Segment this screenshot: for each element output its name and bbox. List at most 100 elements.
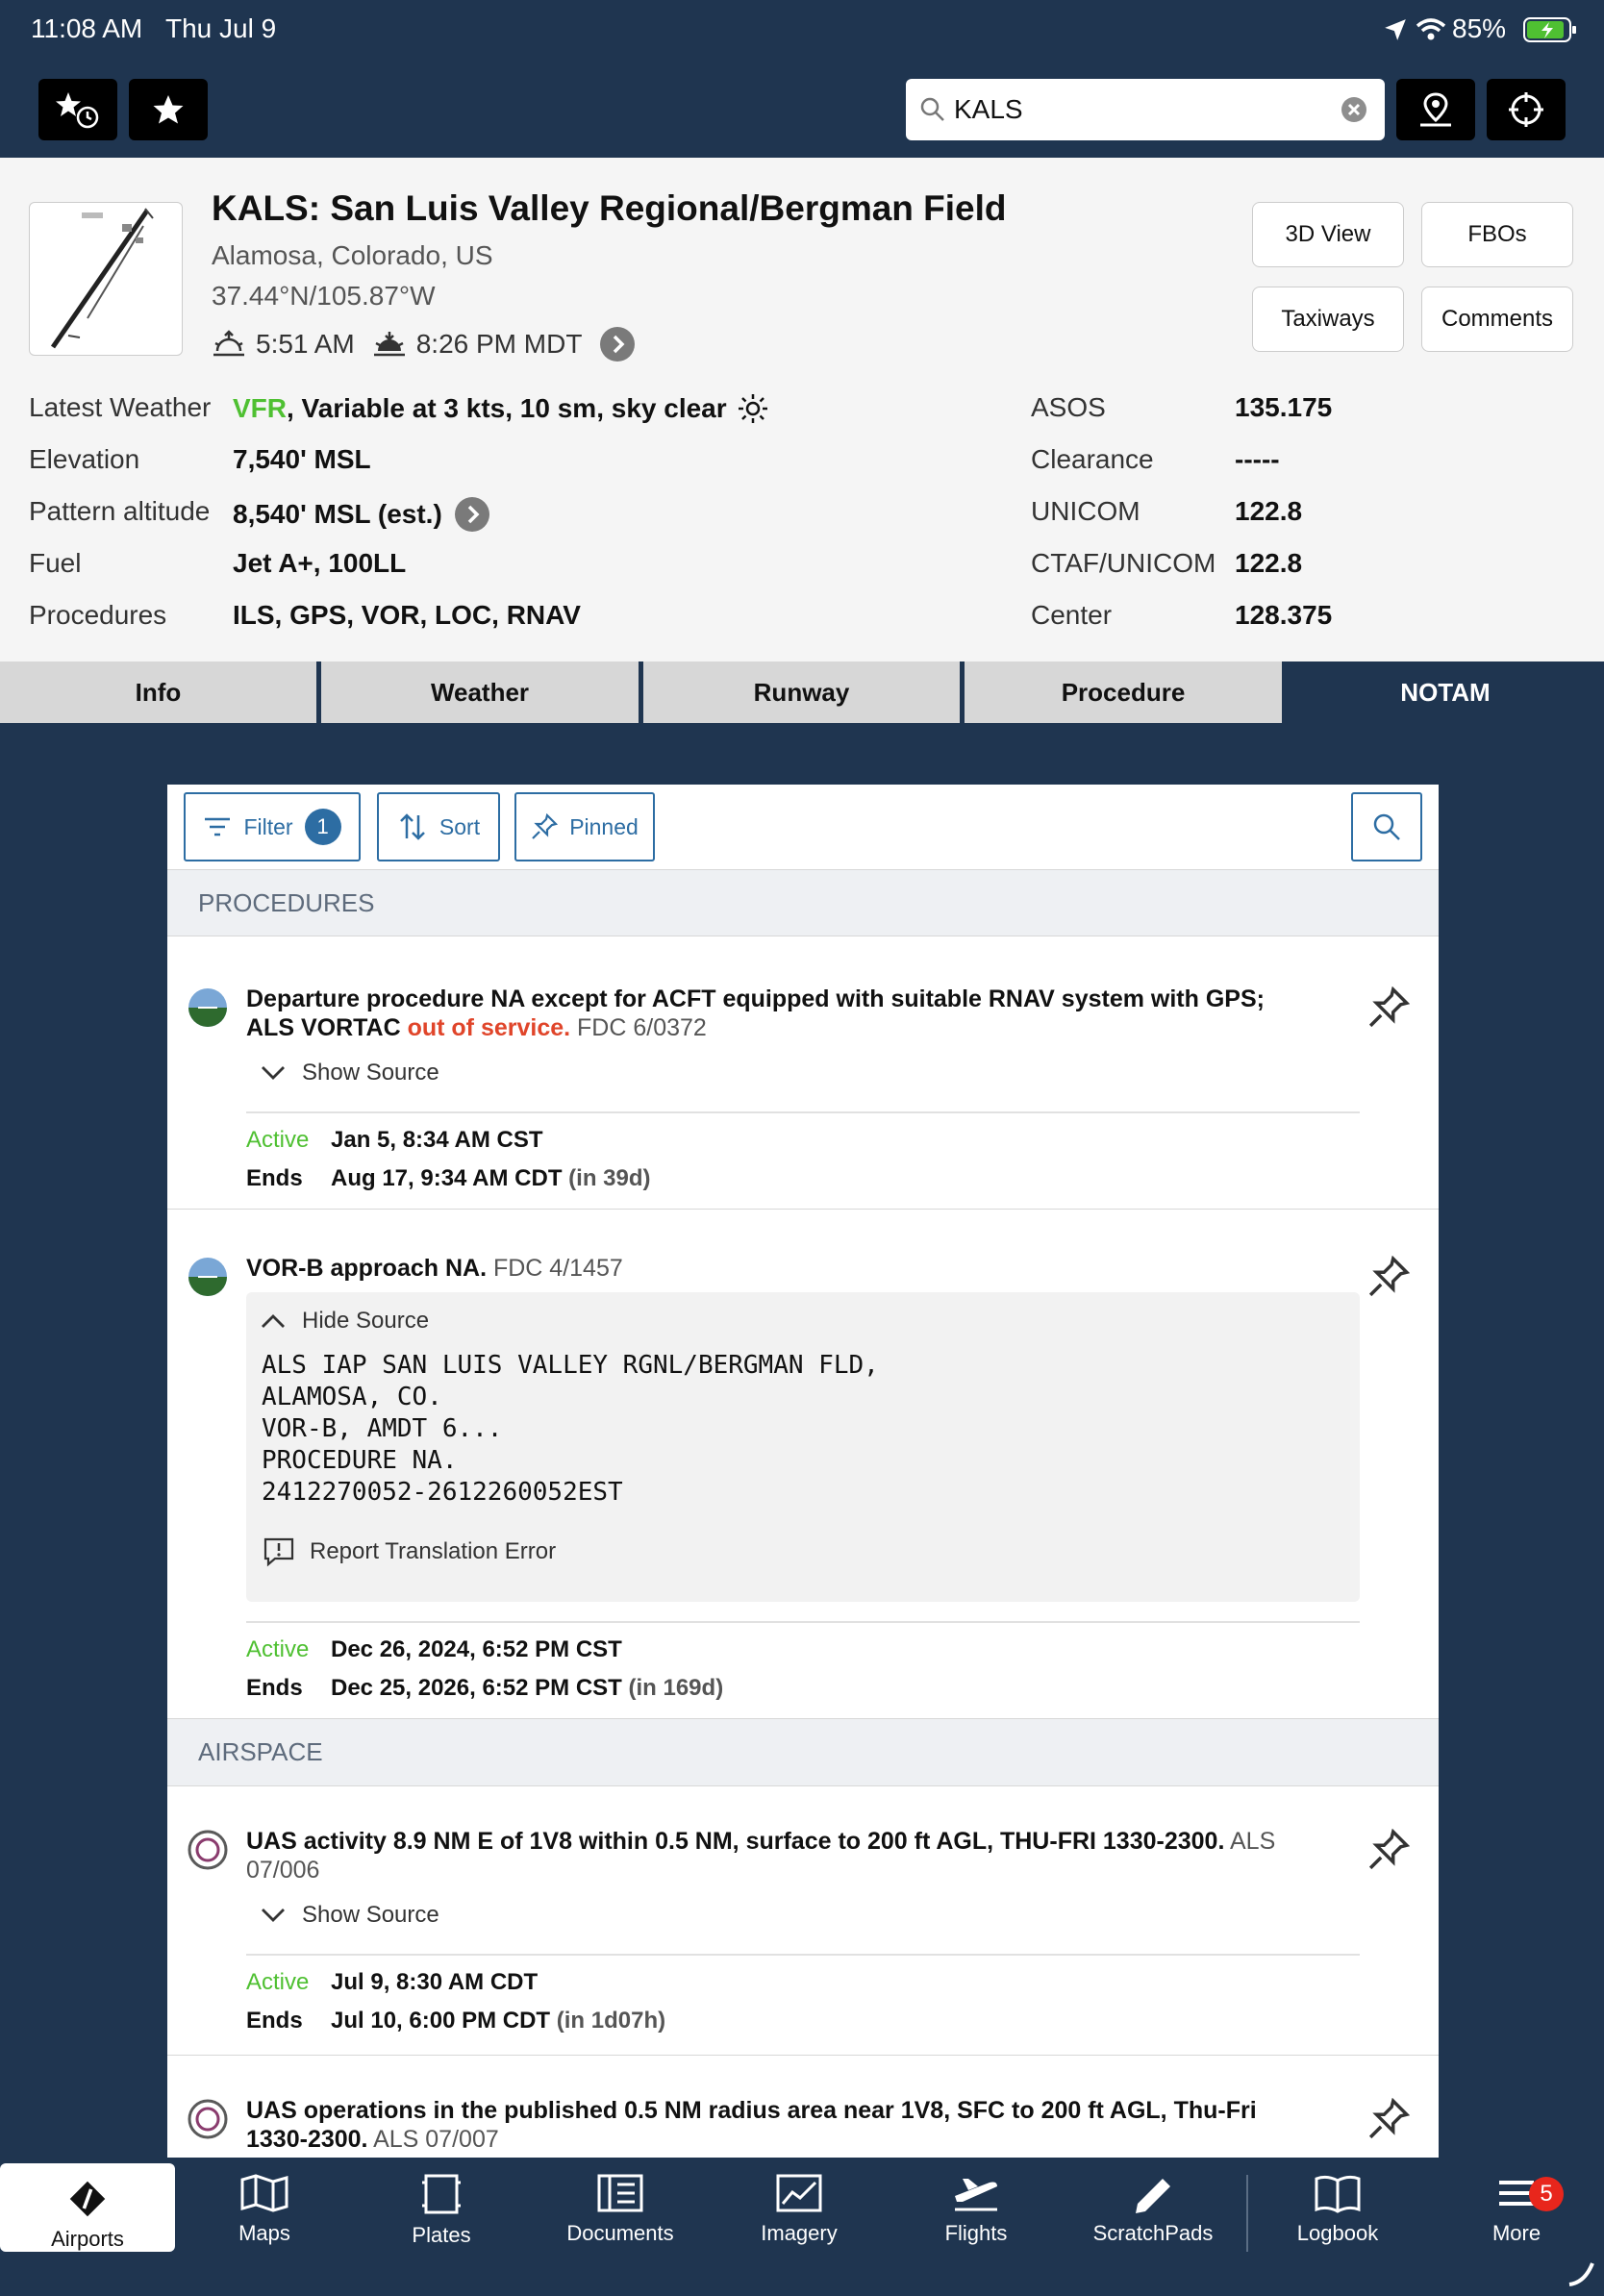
sunrise-time: 5:51 AM: [256, 329, 355, 359]
airspace-target-icon: [188, 2099, 228, 2139]
sunrise-icon: [213, 330, 244, 357]
notam-item[interactable]: Departure procedure NA except for ACFT e…: [167, 958, 1439, 1210]
pattern-altitude-value: 8,540' MSL (est.): [233, 496, 490, 533]
nav-scratchpads[interactable]: ScratchPads: [1065, 2158, 1241, 2296]
nav-maps[interactable]: Maps: [177, 2158, 352, 2296]
notam-item[interactable]: VOR-B approach NA. FDC 4/1457 Hide Sourc…: [167, 1227, 1439, 1719]
notam-item[interactable]: UAS operations in the published 0.5 NM r…: [167, 2056, 1439, 2158]
airspace-target-icon: [188, 1830, 228, 1870]
map-icon: [240, 2174, 288, 2212]
pin-icon: [532, 813, 559, 839]
star-icon: [153, 95, 184, 124]
taxiways-button[interactable]: Taxiways: [1252, 287, 1404, 352]
favorites-button[interactable]: [129, 79, 208, 140]
asos-value: 135.175: [1235, 392, 1333, 422]
recent-favorites-button[interactable]: [38, 79, 117, 140]
chevron-right-icon[interactable]: [454, 496, 490, 533]
notam-text: VOR-B approach NA. FDC 4/1457: [246, 1255, 623, 1282]
locate-button[interactable]: [1487, 79, 1566, 140]
documents-icon: [597, 2174, 643, 2212]
section-header-airspace: AIRSPACE: [167, 1719, 1439, 1786]
show-source-toggle[interactable]: Show Source: [260, 1902, 439, 1929]
nav-documents[interactable]: Documents: [533, 2158, 708, 2296]
report-translation-error-link[interactable]: Report Translation Error: [262, 1536, 556, 1567]
pinned-button[interactable]: Pinned: [514, 792, 655, 861]
location-arrow-icon: [1385, 19, 1406, 40]
pin-icon[interactable]: [1367, 2098, 1410, 2140]
center-label: Center: [1031, 600, 1113, 630]
fbos-button[interactable]: FBOs: [1421, 202, 1573, 267]
tab-weather[interactable]: Weather: [321, 661, 639, 723]
wifi-icon: [1416, 18, 1446, 40]
search-input[interactable]: [954, 88, 1319, 131]
notam-raw-source: ALS IAP SAN LUIS VALLEY RGNL/BERGMAN FLD…: [262, 1351, 879, 1507]
nav-logbook[interactable]: Logbook: [1250, 2158, 1425, 2296]
notam-dates: Active Jan 5, 8:34 AM CST Ends Aug 17, 9:3…: [246, 1127, 651, 1191]
pin-icon[interactable]: [1367, 1256, 1410, 1298]
sun-icon: [738, 394, 767, 423]
tab-procedure[interactable]: Procedure: [965, 661, 1282, 723]
flight-category: VFR: [233, 393, 287, 423]
tab-notam[interactable]: NOTAM: [1287, 661, 1604, 723]
notam-text: Departure procedure NA except for ACFT e…: [246, 986, 1265, 1041]
tab-info[interactable]: Info: [0, 661, 316, 723]
procedures-label: Procedures: [29, 600, 167, 630]
airports-icon: [69, 2181, 106, 2217]
nav-airports[interactable]: Airports: [0, 2163, 175, 2252]
ctaf-label: CTAF/UNICOM: [1031, 548, 1216, 578]
notam-item[interactable]: UAS activity 8.9 NM E of 1V8 within 0.5 …: [167, 1786, 1439, 2056]
status-date: Thu Jul 9: [165, 13, 277, 43]
pin-icon[interactable]: [1367, 1829, 1410, 1871]
filter-button[interactable]: Filter 1: [184, 792, 361, 861]
tab-bar: Info Weather Runway Procedure NOTAM: [0, 661, 1604, 723]
search-icon: [920, 97, 944, 121]
clear-search-icon[interactable]: [1341, 96, 1367, 123]
map-pin-button[interactable]: [1396, 79, 1475, 140]
show-source-toggle[interactable]: Show Source: [260, 1060, 439, 1086]
sort-arrows-icon: [400, 813, 425, 840]
nav-imagery[interactable]: Imagery: [712, 2158, 887, 2296]
search-box[interactable]: [906, 79, 1385, 140]
airport-header: KALS: San Luis Valley Regional/Bergman F…: [0, 158, 1604, 661]
notam-panel: Filter 1 Sort Pinned PROCEDURES Departur…: [167, 785, 1439, 2158]
pattern-altitude-label: Pattern altitude: [29, 496, 211, 526]
nav-plates[interactable]: Plates: [354, 2158, 529, 2296]
search-icon: [1373, 813, 1400, 840]
fuel-value: Jet A+, 100LL: [233, 548, 407, 578]
tab-runway[interactable]: Runway: [643, 661, 960, 723]
airport-diagram-thumbnail[interactable]: [29, 202, 183, 356]
nav-flights[interactable]: Flights: [889, 2158, 1064, 2296]
map-pin-icon: [1420, 92, 1451, 127]
nav-divider: [1246, 2175, 1248, 2252]
weather-label: Latest Weather: [29, 392, 212, 422]
top-bar: 11:08 AM Thu Jul 9 85%: [0, 0, 1604, 158]
section-header-procedures: PROCEDURES: [167, 869, 1439, 936]
pin-icon[interactable]: [1367, 986, 1410, 1029]
airport-title: KALS: San Luis Valley Regional/Bergman F…: [212, 188, 1007, 228]
sort-label: Sort: [439, 813, 481, 839]
notam-dates: Active Jul 9, 8:30 AM CDT Ends Jul 10, 6:0…: [246, 1969, 666, 2034]
fuel-label: Fuel: [29, 548, 82, 578]
battery-percent: 85%: [1452, 13, 1507, 43]
comments-button[interactable]: Comments: [1421, 287, 1573, 352]
battery-charging-icon: [1523, 17, 1576, 42]
scroll-handle-icon: [1568, 2262, 1594, 2286]
star-clock-icon: [56, 92, 99, 129]
chevron-down-icon: [262, 1909, 285, 1922]
chevron-right-icon[interactable]: [599, 326, 636, 362]
3d-view-button[interactable]: 3D View: [1252, 202, 1404, 267]
sort-button[interactable]: Sort: [377, 792, 500, 861]
ctaf-value: 122.8: [1235, 548, 1303, 578]
airport-location: Alamosa, Colorado, US: [212, 240, 493, 270]
chevron-down-icon: [262, 1066, 285, 1080]
notam-text: UAS activity 8.9 NM E of 1V8 within 0.5 …: [246, 1828, 1276, 1884]
notam-source-box: Hide Source ALS IAP SAN LUIS VALLEY RGNL…: [246, 1292, 1360, 1602]
filter-count-badge: 1: [304, 809, 341, 845]
search-notams-button[interactable]: [1351, 792, 1422, 861]
sun-times: 5:51 AM 8:26 PM MDT: [212, 327, 636, 362]
bottom-nav: Airports Maps Plates Documents Imagery F…: [0, 2158, 1604, 2296]
hide-source-toggle[interactable]: Hide Source: [260, 1308, 429, 1335]
clearance-value: -----: [1235, 444, 1280, 474]
pencil-icon: [1136, 2179, 1170, 2213]
airport-diagram-image: [50, 208, 154, 349]
